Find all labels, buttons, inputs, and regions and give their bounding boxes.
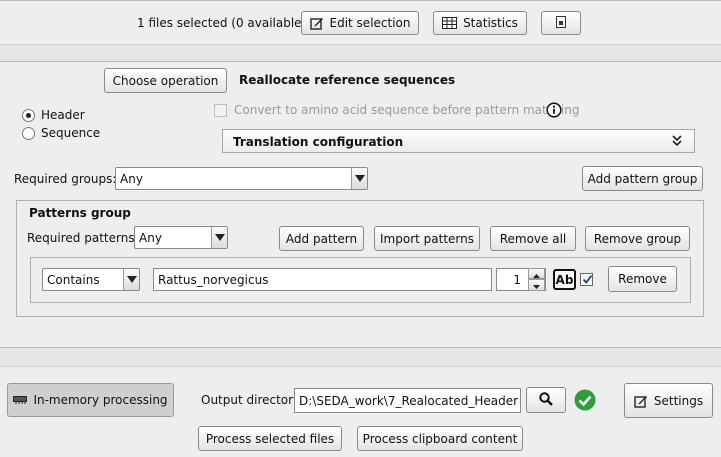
convert-label: Convert to amino acid sequence before pa… (234, 103, 580, 117)
search-icon (539, 391, 553, 409)
divider (0, 347, 721, 367)
patterns-group-title: Patterns group (29, 206, 131, 220)
process-selected-files-label: Process selected files (205, 431, 335, 446)
divider (0, 44, 721, 62)
required-patterns-label: Required patterns: (27, 231, 139, 245)
case-sensitive-checkbox[interactable] (580, 273, 593, 286)
choose-operation-button[interactable]: Choose operation (104, 68, 227, 93)
pattern-input-value: Rattus_norvegicus (158, 272, 269, 287)
required-patterns-select[interactable]: Any (134, 226, 228, 249)
statistics-label: Statistics (463, 16, 518, 30)
convert-checkbox[interactable] (214, 104, 227, 117)
chevron-down-icon (211, 227, 227, 248)
file-info-button[interactable] (541, 11, 581, 35)
process-clipboard-button[interactable]: Process clipboard content (357, 426, 523, 451)
valid-check-icon (574, 389, 596, 414)
translation-configuration-panel[interactable]: Translation configuration (222, 129, 695, 153)
edit-selection-button[interactable]: Edit selection (301, 11, 419, 35)
files-selected-text: 1 files selected (0 available) (137, 16, 307, 30)
operation-title: Reallocate reference sequences (239, 73, 456, 87)
output-directory-value: D:\SEDA_work\7_Realocated_Header (299, 393, 519, 408)
add-pattern-group-label: Add pattern group (587, 171, 698, 186)
settings-label: Settings (653, 393, 704, 408)
translation-configuration-label: Translation configuration (233, 135, 404, 149)
pattern-input[interactable]: Rattus_norvegicus (153, 268, 492, 291)
edit-icon (309, 16, 324, 30)
required-groups-label: Required groups: (14, 172, 117, 186)
choose-operation-label: Choose operation (112, 73, 219, 88)
in-memory-processing-toggle[interactable]: In-memory processing (7, 383, 174, 417)
sequence-radio[interactable] (22, 127, 35, 140)
remove-group-label: Remove group (593, 231, 682, 246)
output-directory-label: Output directory: (201, 393, 304, 407)
expand-chevron-icon (672, 135, 682, 150)
table-icon (442, 17, 458, 29)
remove-all-button[interactable]: Remove all (490, 226, 576, 251)
chevron-down-icon (351, 168, 367, 189)
add-pattern-group-button[interactable]: Add pattern group (582, 166, 703, 191)
spinner-down-button[interactable] (528, 279, 545, 291)
add-pattern-label: Add pattern (285, 231, 358, 246)
remove-pattern-button[interactable]: Remove (608, 266, 677, 292)
remove-pattern-label: Remove (618, 272, 667, 286)
import-patterns-button[interactable]: Import patterns (374, 226, 480, 251)
checkmark-icon (582, 274, 593, 288)
process-clipboard-label: Process clipboard content (362, 431, 518, 446)
pattern-mode-value: Contains (47, 272, 100, 287)
in-memory-processing-label: In-memory processing (33, 393, 168, 407)
edit-selection-label: Edit selection (329, 16, 411, 30)
remove-group-button[interactable]: Remove group (585, 226, 690, 251)
memory-icon (13, 396, 28, 404)
info-icon[interactable] (546, 102, 562, 121)
file-info-icon (555, 15, 567, 31)
statistics-button[interactable]: Statistics (433, 11, 527, 35)
browse-directory-button[interactable] (526, 387, 566, 413)
edit-icon (634, 394, 648, 408)
arrow-down-icon (533, 278, 540, 292)
header-radio-label: Header (41, 108, 85, 122)
sequence-radio-label: Sequence (41, 126, 101, 140)
pattern-count-value: 1 (513, 272, 521, 287)
import-patterns-label: Import patterns (380, 231, 474, 246)
process-selected-files-button[interactable]: Process selected files (198, 426, 342, 451)
required-groups-value: Any (120, 171, 143, 186)
remove-all-label: Remove all (499, 231, 567, 246)
pattern-mode-select[interactable]: Contains (42, 268, 140, 291)
case-sensitive-badge: Ab (555, 272, 574, 287)
output-directory-input[interactable]: D:\SEDA_work\7_Realocated_Header (294, 388, 521, 413)
case-sensitive-icon: Ab (553, 269, 576, 290)
required-patterns-value: Any (139, 230, 162, 245)
required-groups-select[interactable]: Any (115, 167, 368, 190)
chevron-down-icon (123, 269, 139, 290)
settings-button[interactable]: Settings (624, 383, 713, 418)
add-pattern-button[interactable]: Add pattern (279, 226, 364, 251)
header-radio[interactable] (22, 109, 35, 122)
